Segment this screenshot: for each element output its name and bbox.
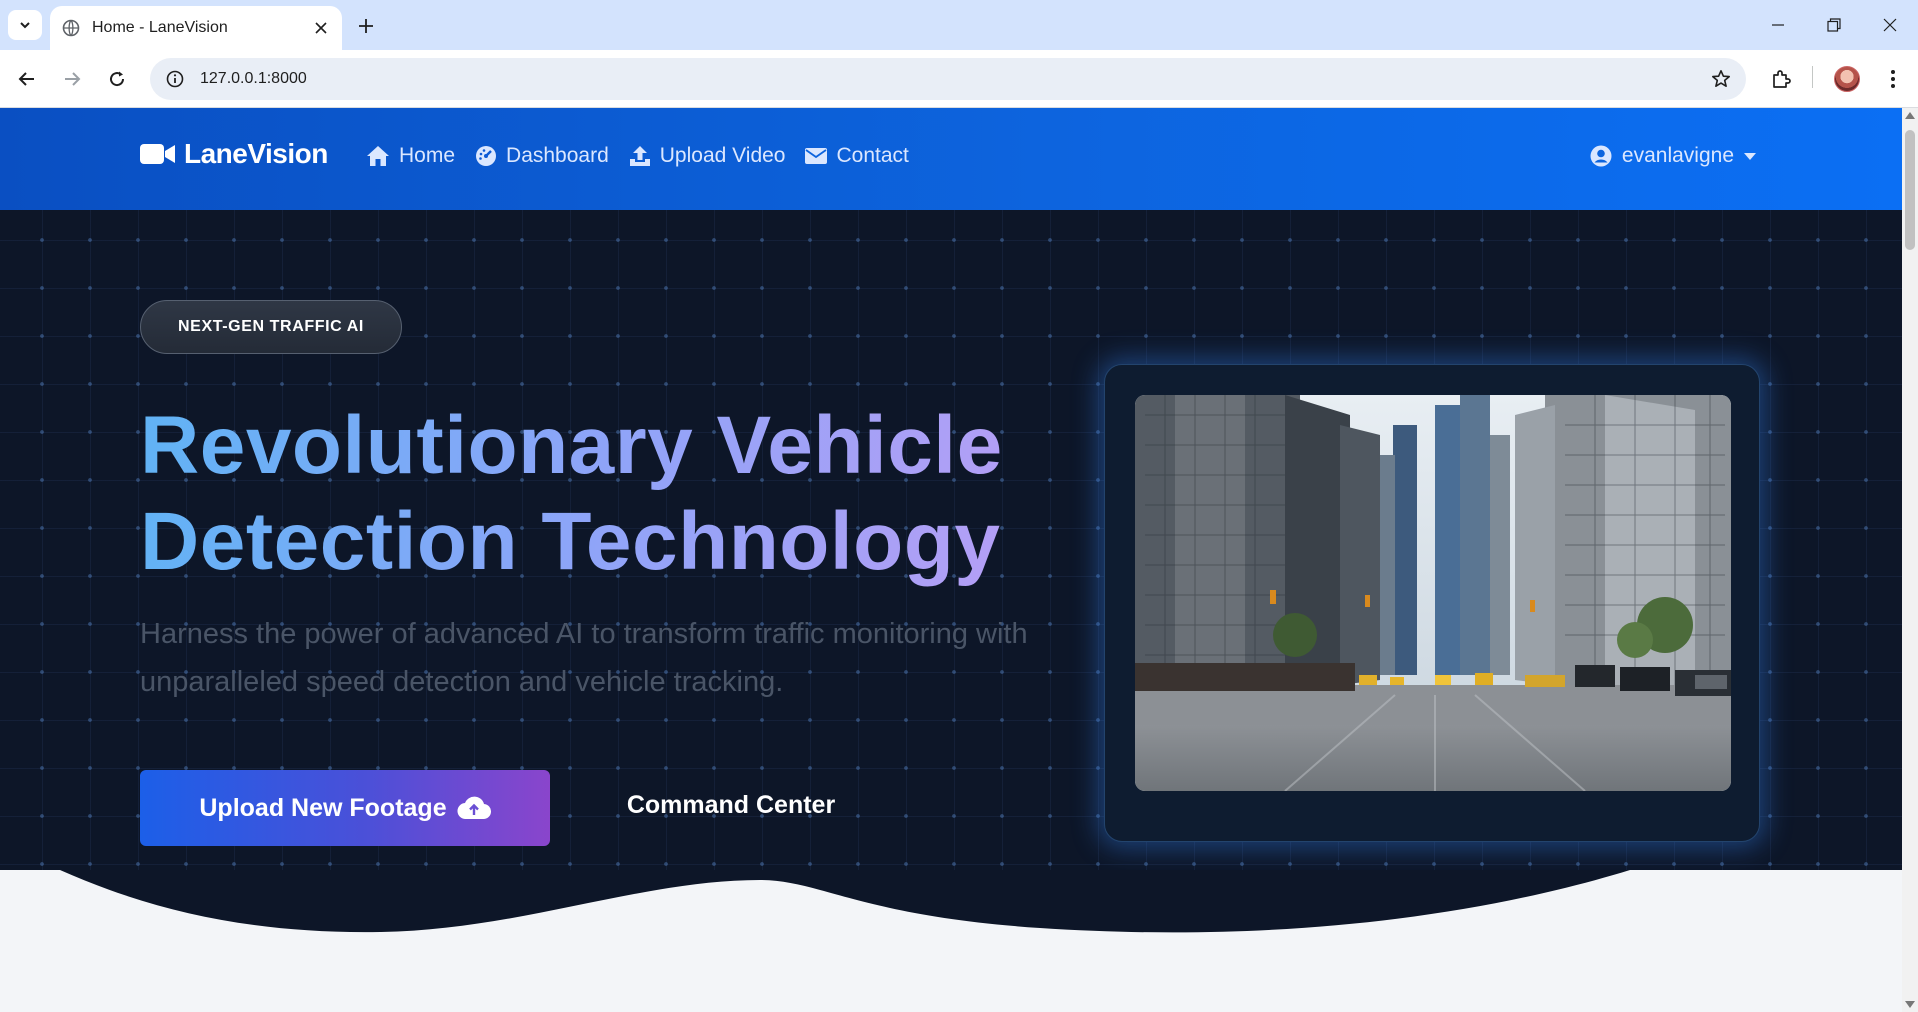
nav-link-home[interactable]: Home bbox=[366, 144, 455, 168]
tab-search-button[interactable] bbox=[8, 10, 42, 40]
upload-new-footage-button[interactable]: Upload New Footage bbox=[140, 770, 550, 846]
user-circle-icon bbox=[1590, 145, 1612, 167]
scrollbar-thumb[interactable] bbox=[1905, 130, 1915, 250]
close-icon bbox=[1883, 18, 1897, 32]
extensions-button[interactable] bbox=[1764, 62, 1798, 96]
caret-down-icon bbox=[1744, 152, 1756, 160]
window-controls bbox=[1750, 0, 1918, 50]
forward-button[interactable] bbox=[55, 62, 89, 96]
nav-link-label: Dashboard bbox=[506, 144, 609, 167]
restore-icon bbox=[1827, 18, 1841, 32]
puzzle-icon bbox=[1773, 70, 1791, 88]
nav-links: Home Dashboard Upload Video Contact bbox=[366, 144, 909, 168]
nav-link-dashboard[interactable]: Dashboard bbox=[475, 144, 609, 168]
bookmark-star-icon[interactable] bbox=[1710, 68, 1732, 90]
hero-media-frame bbox=[1104, 364, 1760, 842]
browser-menu-button[interactable] bbox=[1876, 62, 1910, 96]
minimize-icon bbox=[1772, 24, 1784, 26]
hero-wave-divider bbox=[0, 870, 1902, 1012]
scroll-up-arrow[interactable] bbox=[1905, 112, 1915, 119]
nav-link-label: Upload Video bbox=[659, 144, 786, 167]
nav-link-label: Home bbox=[399, 144, 456, 167]
url-text: 127.0.0.1:8000 bbox=[200, 70, 307, 87]
cloud-upload-icon bbox=[457, 796, 491, 820]
user-dropdown[interactable]: evanlavigne bbox=[1590, 144, 1756, 168]
browser-tab-active[interactable]: Home - LaneVision bbox=[50, 6, 342, 50]
address-bar[interactable]: 127.0.0.1:8000 bbox=[150, 58, 1746, 100]
close-tab-icon[interactable] bbox=[312, 19, 330, 37]
plus-icon bbox=[359, 19, 373, 33]
nav-link-contact[interactable]: Contact bbox=[805, 144, 909, 168]
page-viewport: LaneVision Home Dashboard Upload Video C… bbox=[0, 108, 1902, 1012]
kebab-menu-icon bbox=[1891, 70, 1895, 88]
tab-title: Home - LaneVision bbox=[92, 19, 228, 36]
brand-name: LaneVision bbox=[184, 138, 328, 169]
arrow-left-icon bbox=[18, 72, 34, 86]
arrow-right-icon bbox=[65, 72, 81, 86]
restore-button[interactable] bbox=[1806, 0, 1862, 50]
command-center-button[interactable]: Command Center bbox=[600, 770, 862, 840]
toolbar-divider bbox=[1812, 66, 1813, 88]
upload-icon bbox=[629, 146, 650, 166]
envelope-icon bbox=[805, 148, 828, 164]
hero-title-line-2: Detection Technology bbox=[140, 496, 1001, 587]
brand-logo[interactable]: LaneVision bbox=[140, 138, 328, 170]
hero-section: NEXT-GEN TRAFFIC AI Revolutionary Vehicl… bbox=[0, 210, 1902, 980]
minimize-button[interactable] bbox=[1750, 0, 1806, 50]
avatar bbox=[1834, 66, 1860, 92]
browser-tab-strip: Home - LaneVision bbox=[0, 0, 1918, 50]
video-camera-icon bbox=[140, 144, 175, 164]
reload-button[interactable] bbox=[100, 62, 134, 96]
back-button[interactable] bbox=[10, 62, 44, 96]
site-info-icon[interactable] bbox=[164, 68, 186, 90]
hero-title-line-1: Revolutionary Vehicle bbox=[140, 400, 1003, 491]
dashboard-icon bbox=[476, 146, 497, 166]
nav-link-label: Contact bbox=[836, 144, 909, 167]
hero-badge: NEXT-GEN TRAFFIC AI bbox=[140, 300, 402, 354]
site-navbar: LaneVision Home Dashboard Upload Video C… bbox=[0, 108, 1902, 210]
username: evanlavigne bbox=[1621, 144, 1734, 167]
hero-subtitle: Harness the power of advanced AI to tran… bbox=[140, 618, 1028, 698]
profile-button[interactable] bbox=[1830, 62, 1864, 96]
close-window-button[interactable] bbox=[1862, 0, 1918, 50]
city-street-image bbox=[1135, 395, 1731, 791]
chevron-down-icon bbox=[20, 22, 30, 29]
globe-icon bbox=[62, 19, 80, 37]
reload-icon bbox=[110, 71, 125, 87]
scroll-down-arrow[interactable] bbox=[1905, 1001, 1915, 1008]
button-label: Upload New Footage bbox=[199, 793, 447, 822]
browser-toolbar: 127.0.0.1:8000 bbox=[0, 50, 1918, 108]
hero-title: Revolutionary Vehicle Detection Technolo… bbox=[140, 398, 1060, 590]
home-icon bbox=[367, 146, 389, 166]
new-tab-button[interactable] bbox=[352, 12, 380, 40]
nav-link-upload-video[interactable]: Upload Video bbox=[629, 144, 786, 168]
page-scrollbar[interactable] bbox=[1902, 108, 1918, 1012]
